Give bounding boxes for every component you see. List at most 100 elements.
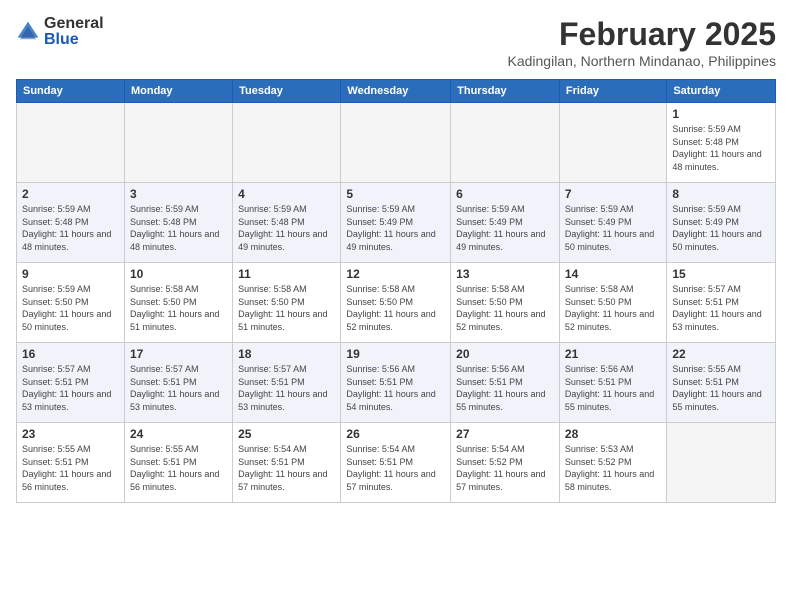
calendar-cell: 27 Sunrise: 5:54 AM Sunset: 5:52 PM Dayli… — [451, 423, 560, 503]
day-info: Sunrise: 5:59 AM Sunset: 5:49 PM Dayligh… — [565, 203, 661, 253]
day-info: Sunrise: 5:54 AM Sunset: 5:52 PM Dayligh… — [456, 443, 554, 493]
day-number: 21 — [565, 347, 661, 361]
day-info: Sunrise: 5:55 AM Sunset: 5:51 PM Dayligh… — [672, 363, 770, 413]
calendar-cell: 9Sunrise: 5:59 AM Sunset: 5:50 PM Daylig… — [17, 263, 125, 343]
day-info: Sunrise: 5:59 AM Sunset: 5:49 PM Dayligh… — [346, 203, 445, 253]
weekday-header-monday: Monday — [124, 80, 232, 103]
day-number: 22 — [672, 347, 770, 361]
calendar-cell: 21 Sunrise: 5:56 AM Sunset: 5:51 PM Dayli… — [559, 343, 666, 423]
calendar-week-3: 9Sunrise: 5:59 AM Sunset: 5:50 PM Daylig… — [17, 263, 776, 343]
calendar-cell: 16Sunrise: 5:57 AM Sunset: 5:51 PM Dayli… — [17, 343, 125, 423]
calendar-cell — [124, 103, 232, 183]
day-info: Sunrise: 5:56 AM Sunset: 5:51 PM Dayligh… — [565, 363, 661, 413]
weekday-header-tuesday: Tuesday — [233, 80, 341, 103]
day-info: Sunrise: 5:57 AM Sunset: 5:51 PM Dayligh… — [672, 283, 770, 333]
calendar-cell — [341, 103, 451, 183]
weekday-header-thursday: Thursday — [451, 80, 560, 103]
logo-blue: Blue — [44, 32, 104, 48]
day-number: 16 — [22, 347, 119, 361]
day-info: Sunrise: 5:54 AM Sunset: 5:51 PM Dayligh… — [346, 443, 445, 493]
day-number: 23 — [22, 427, 119, 441]
day-number: 9 — [22, 267, 119, 281]
day-number: 1 — [672, 107, 770, 121]
logo-text: General Blue — [44, 16, 104, 48]
weekday-header-sunday: Sunday — [17, 80, 125, 103]
calendar-week-2: 2 Sunrise: 5:59 AM Sunset: 5:48 PM Daylig… — [17, 183, 776, 263]
weekday-header-friday: Friday — [559, 80, 666, 103]
day-number: 25 — [238, 427, 335, 441]
day-number: 11 — [238, 267, 335, 281]
day-number: 6 — [456, 187, 554, 201]
day-info: Sunrise: 5:58 AM Sunset: 5:50 PM Dayligh… — [456, 283, 554, 333]
day-number: 26 — [346, 427, 445, 441]
day-number: 27 — [456, 427, 554, 441]
day-number: 5 — [346, 187, 445, 201]
calendar-cell: 4Sunrise: 5:59 AM Sunset: 5:48 PM Daylig… — [233, 183, 341, 263]
day-info: Sunrise: 5:57 AM Sunset: 5:51 PM Dayligh… — [130, 363, 227, 413]
day-info: Sunrise: 5:56 AM Sunset: 5:51 PM Dayligh… — [456, 363, 554, 413]
day-info: Sunrise: 5:56 AM Sunset: 5:51 PM Dayligh… — [346, 363, 445, 413]
day-number: 2 — [22, 187, 119, 201]
day-info: Sunrise: 5:55 AM Sunset: 5:51 PM Dayligh… — [130, 443, 227, 493]
calendar-cell: 10 Sunrise: 5:58 AM Sunset: 5:50 PM Dayli… — [124, 263, 232, 343]
calendar-cell: 8 Sunrise: 5:59 AM Sunset: 5:49 PM Daylig… — [667, 183, 776, 263]
title-area: February 2025 Kadingilan, Northern Minda… — [507, 16, 776, 69]
day-number: 15 — [672, 267, 770, 281]
month-title: February 2025 — [507, 16, 776, 53]
header: General Blue February 2025 Kadingilan, N… — [16, 16, 776, 69]
calendar-cell: 17 Sunrise: 5:57 AM Sunset: 5:51 PM Dayli… — [124, 343, 232, 423]
calendar-cell — [667, 423, 776, 503]
calendar-cell: 3 Sunrise: 5:59 AM Sunset: 5:48 PM Daylig… — [124, 183, 232, 263]
calendar-cell: 14Sunrise: 5:58 AM Sunset: 5:50 PM Dayli… — [559, 263, 666, 343]
day-number: 24 — [130, 427, 227, 441]
logo-general: General — [44, 16, 104, 32]
calendar-cell: 23 Sunrise: 5:55 AM Sunset: 5:51 PM Dayli… — [17, 423, 125, 503]
day-number: 13 — [456, 267, 554, 281]
day-number: 17 — [130, 347, 227, 361]
calendar-cell — [17, 103, 125, 183]
day-info: Sunrise: 5:59 AM Sunset: 5:48 PM Dayligh… — [238, 203, 335, 253]
day-number: 8 — [672, 187, 770, 201]
calendar-cell: 25 Sunrise: 5:54 AM Sunset: 5:51 PM Dayli… — [233, 423, 341, 503]
calendar-cell: 12Sunrise: 5:58 AM Sunset: 5:50 PM Dayli… — [341, 263, 451, 343]
location: Kadingilan, Northern Mindanao, Philippin… — [507, 53, 776, 69]
weekday-header-saturday: Saturday — [667, 80, 776, 103]
day-number: 20 — [456, 347, 554, 361]
calendar-cell: 26 Sunrise: 5:54 AM Sunset: 5:51 PM Dayli… — [341, 423, 451, 503]
day-number: 7 — [565, 187, 661, 201]
day-info: Sunrise: 5:58 AM Sunset: 5:50 PM Dayligh… — [130, 283, 227, 333]
calendar-table: SundayMondayTuesdayWednesdayThursdayFrid… — [16, 79, 776, 503]
day-info: Sunrise: 5:59 AM Sunset: 5:49 PM Dayligh… — [456, 203, 554, 253]
day-info: Sunrise: 5:59 AM Sunset: 5:48 PM Dayligh… — [130, 203, 227, 253]
day-number: 3 — [130, 187, 227, 201]
day-info: Sunrise: 5:58 AM Sunset: 5:50 PM Dayligh… — [238, 283, 335, 333]
day-number: 12 — [346, 267, 445, 281]
day-info: Sunrise: 5:59 AM Sunset: 5:48 PM Dayligh… — [22, 203, 119, 253]
weekday-header-row: SundayMondayTuesdayWednesdayThursdayFrid… — [17, 80, 776, 103]
day-number: 28 — [565, 427, 661, 441]
day-info: Sunrise: 5:57 AM Sunset: 5:51 PM Dayligh… — [238, 363, 335, 413]
calendar-cell — [233, 103, 341, 183]
day-number: 18 — [238, 347, 335, 361]
day-info: Sunrise: 5:59 AM Sunset: 5:48 PM Dayligh… — [672, 123, 770, 173]
calendar-cell: 7 Sunrise: 5:59 AM Sunset: 5:49 PM Daylig… — [559, 183, 666, 263]
logo-icon — [16, 20, 40, 44]
day-info: Sunrise: 5:54 AM Sunset: 5:51 PM Dayligh… — [238, 443, 335, 493]
calendar-cell: 24 Sunrise: 5:55 AM Sunset: 5:51 PM Dayli… — [124, 423, 232, 503]
calendar-cell: 2 Sunrise: 5:59 AM Sunset: 5:48 PM Daylig… — [17, 183, 125, 263]
calendar-cell: 18 Sunrise: 5:57 AM Sunset: 5:51 PM Dayli… — [233, 343, 341, 423]
day-info: Sunrise: 5:55 AM Sunset: 5:51 PM Dayligh… — [22, 443, 119, 493]
day-number: 10 — [130, 267, 227, 281]
calendar-cell: 20 Sunrise: 5:56 AM Sunset: 5:51 PM Dayli… — [451, 343, 560, 423]
calendar-cell — [451, 103, 560, 183]
day-info: Sunrise: 5:59 AM Sunset: 5:49 PM Dayligh… — [672, 203, 770, 253]
calendar-cell: 13 Sunrise: 5:58 AM Sunset: 5:50 PM Dayli… — [451, 263, 560, 343]
day-info: Sunrise: 5:53 AM Sunset: 5:52 PM Dayligh… — [565, 443, 661, 493]
calendar-cell: 5 Sunrise: 5:59 AM Sunset: 5:49 PM Daylig… — [341, 183, 451, 263]
day-number: 19 — [346, 347, 445, 361]
calendar-week-4: 16 Sunrise: 5:57 AM Sunset: 5:51 PM Dayli… — [17, 343, 776, 423]
page: General Blue February 2025 Kadingilan, N… — [0, 0, 792, 612]
logo: General Blue — [16, 16, 104, 48]
calendar-cell: 19 Sunrise: 5:56 AM Sunset: 5:51 PM Dayli… — [341, 343, 451, 423]
day-info: Sunrise: 5:58 AM Sunset: 5:50 PM Dayligh… — [565, 283, 661, 333]
